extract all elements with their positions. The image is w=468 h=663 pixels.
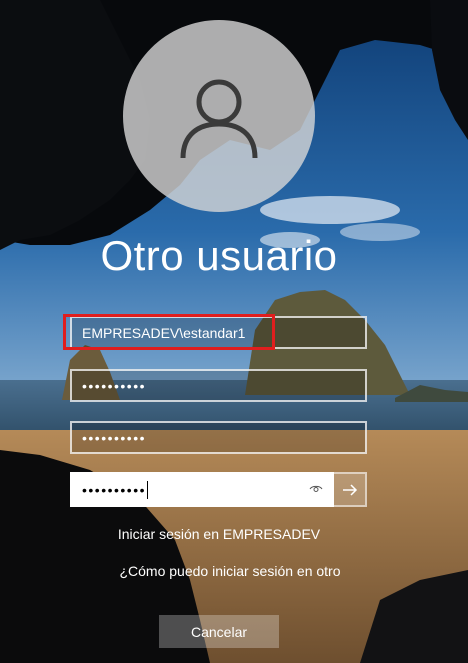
new-password-value: •••••••••• (82, 429, 147, 446)
username-highlight-box (63, 314, 275, 350)
current-password-field[interactable]: •••••••••• (70, 369, 367, 402)
current-password-value: •••••••••• (82, 377, 147, 394)
eye-icon (309, 485, 323, 492)
sign-in-domain-text: Iniciar sesión en EMPRESADEV (117, 526, 321, 542)
confirm-password-value: •••••••••• (82, 481, 147, 498)
user-silhouette-icon (180, 79, 258, 159)
confirm-password-field[interactable]: •••••••••• (70, 472, 334, 507)
lock-screen: Otro usuario EMPRESADEV\estandar1 ••••••… (0, 0, 468, 663)
how-to-sign-in-link[interactable]: ¿Cómo puedo iniciar sesión en otro (100, 563, 360, 581)
user-display-name: Otro usuario (100, 232, 338, 279)
text-caret (147, 480, 149, 499)
reveal-password-button[interactable] (308, 482, 324, 496)
new-password-field[interactable]: •••••••••• (70, 421, 367, 454)
arrow-right-icon (342, 483, 357, 496)
submit-button[interactable] (334, 472, 367, 507)
user-avatar (123, 20, 315, 212)
cancel-button[interactable]: Cancelar (159, 615, 279, 648)
